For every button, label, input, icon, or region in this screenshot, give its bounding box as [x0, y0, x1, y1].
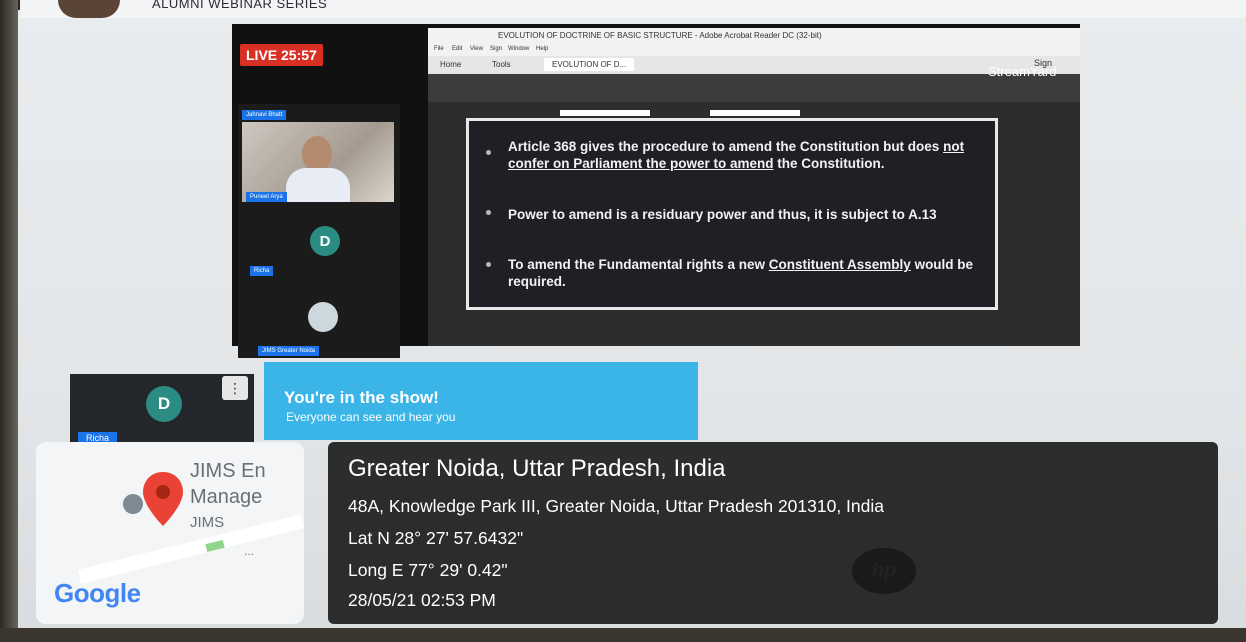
tab-tools[interactable]: Tools — [492, 60, 511, 69]
institute-avatar — [308, 302, 338, 332]
slide-p1-end: the Constitution. — [773, 156, 885, 171]
participant-name-4: JIMS Greater Noida — [258, 346, 320, 356]
map-poi-icon — [123, 494, 143, 514]
presenter-body — [286, 168, 350, 202]
more-options-icon[interactable]: ⋮ — [222, 376, 248, 400]
screen-bezel-left — [0, 0, 18, 642]
streamyard-brand: StreamYard — [988, 64, 1057, 79]
slide-bullet-icon — [486, 150, 491, 155]
location-address: 48A, Knowledge Park III, Greater Noida, … — [348, 496, 885, 516]
menu-sign[interactable]: Sign — [490, 46, 502, 52]
menu-view[interactable]: View — [470, 46, 483, 52]
acrobat-tab-bar: Home Tools EVOLUTION OF D... — [428, 56, 1080, 74]
webinar-title: ALUMNI WEBINAR SERIES — [152, 0, 328, 11]
map-more-dots: ... — [244, 544, 255, 558]
acrobat-menu-bar: File Edit View Sign Window Help — [428, 44, 1080, 56]
institute-logo — [58, 0, 120, 18]
map-pin-icon — [143, 472, 183, 526]
slide-bullet-icon — [486, 210, 491, 215]
menu-edit[interactable]: Edit — [452, 46, 462, 52]
participant-name-2: Puneet Arya — [246, 192, 287, 202]
map-label-1: JIMS En — [190, 460, 266, 482]
slide-p3-text: To amend the Fundamental rights a new — [508, 257, 769, 272]
menu-file[interactable]: File — [434, 46, 444, 52]
acrobat-toolbar — [428, 74, 1080, 102]
slide-paragraph-1: Article 368 gives the procedure to amend… — [508, 138, 978, 172]
presenter-head — [302, 136, 332, 172]
location-longitude: Long E 77° 29' 0.42" — [348, 560, 508, 580]
slide-tab-marker — [560, 110, 650, 116]
screen-bezel-bottom — [0, 628, 1246, 642]
location-latitude: Lat N 28° 27' 57.6432" — [348, 528, 524, 548]
acrobat-title-bar: EVOLUTION OF DOCTRINE OF BASIC STRUCTURE… — [428, 28, 1080, 44]
google-logo-text: Google — [54, 578, 141, 608]
webinar-top-bar: ALUMNI WEBINAR SERIES — [20, 0, 1246, 18]
participant-name-1: Jahnavi Bhatt — [242, 110, 287, 120]
slide-paragraph-2: Power to amend is a residuary power and … — [508, 207, 937, 222]
tab-document[interactable]: EVOLUTION OF D... — [544, 58, 635, 71]
in-show-title: You're in the show! — [284, 388, 439, 407]
map-label-2: Manage — [190, 486, 263, 508]
location-place: Greater Noida, Uttar Pradesh, India — [348, 455, 726, 482]
slide-paragraph-3: To amend the Fundamental rights a new Co… — [508, 256, 978, 290]
tab-home[interactable]: Home — [440, 60, 461, 69]
slide-p1-text: Article 368 gives the procedure to amend… — [508, 139, 944, 154]
location-datetime: 28/05/21 02:53 PM — [348, 590, 496, 610]
participant-name-3: Richa — [250, 266, 274, 276]
menu-window[interactable]: Window — [508, 46, 529, 52]
slide-tab-marker-2 — [710, 110, 800, 116]
in-show-subtitle: Everyone can see and hear you — [286, 410, 456, 424]
slide-bullet-icon — [486, 262, 491, 267]
acrobat-window-title: EVOLUTION OF DOCTRINE OF BASIC STRUCTURE… — [498, 31, 822, 40]
map-label-3: JIMS — [190, 514, 225, 531]
menu-help[interactable]: Help — [536, 46, 548, 52]
live-badge: LIVE 25:57 — [240, 44, 323, 66]
google-logo: Google — [54, 578, 141, 609]
participant-avatar: D — [310, 226, 340, 256]
self-avatar: D — [146, 386, 182, 422]
slide-p3-underlined: Constituent Assembly — [768, 257, 911, 272]
